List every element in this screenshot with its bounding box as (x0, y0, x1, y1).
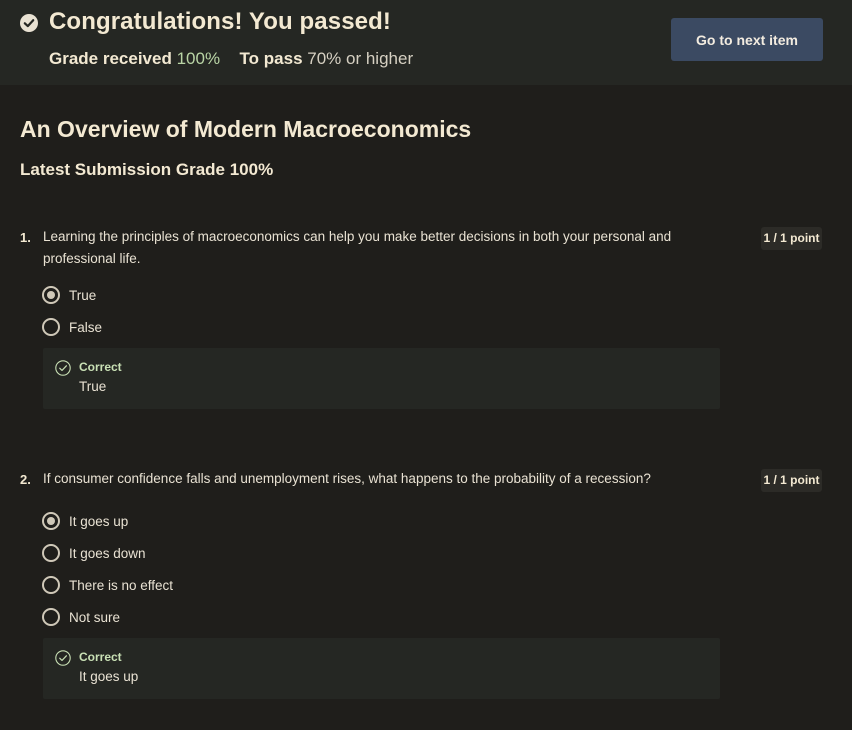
option-it-goes-up[interactable]: It goes up (42, 511, 128, 531)
to-pass-label: To pass (239, 49, 303, 68)
points-badge: 1 / 1 point (761, 469, 822, 492)
radio-unselected[interactable] (42, 608, 60, 626)
option-label: True (69, 287, 97, 303)
option-label: There is no effect (69, 577, 174, 593)
option-label: It goes up (69, 513, 129, 529)
points-badge: 1 / 1 point (761, 227, 822, 250)
check-circle-outline-icon (55, 650, 71, 666)
option-it-goes-down[interactable]: It goes down (42, 543, 146, 563)
option-not-sure[interactable]: Not sure (42, 607, 120, 627)
feedback-answer: True (79, 379, 107, 394)
grade-summary: Grade received 100% To pass 70% or highe… (49, 49, 413, 69)
question-text: If consumer confidence falls and unemplo… (43, 471, 651, 486)
check-circle-icon (20, 14, 38, 32)
grade-received-value: 100% (176, 49, 221, 68)
option-true[interactable]: True (42, 285, 96, 305)
feedback-panel: Correct It goes up (43, 638, 720, 699)
option-label: Not sure (69, 609, 121, 625)
passed-banner: Congratulations! You passed! Grade recei… (0, 0, 852, 85)
feedback-answer: It goes up (79, 669, 139, 684)
question-text: Learning the principles of macroeconomic… (43, 229, 672, 266)
latest-submission-grade: Latest Submission Grade 100% (20, 160, 274, 179)
option-label: It goes down (69, 545, 146, 561)
option-false[interactable]: False (42, 317, 102, 337)
assignment-title: An Overview of Modern Macroeconomics (20, 116, 472, 142)
option-no-effect[interactable]: There is no effect (42, 575, 173, 595)
option-label: False (69, 319, 103, 335)
radio-unselected[interactable] (42, 318, 60, 336)
radio-unselected[interactable] (42, 576, 60, 594)
feedback-status: Correct (79, 360, 122, 374)
question-number: 2. (20, 472, 31, 487)
grade-received-label: Grade received (49, 49, 172, 68)
radio-unselected[interactable] (42, 544, 60, 562)
feedback-status: Correct (79, 650, 122, 664)
go-to-next-item-button[interactable]: Go to next item (671, 18, 823, 61)
feedback-panel: Correct True (43, 348, 720, 409)
to-pass-value: 70% or higher (307, 49, 414, 68)
radio-selected[interactable] (42, 286, 60, 304)
banner-title: Congratulations! You passed! (49, 8, 391, 35)
check-circle-outline-icon (55, 360, 71, 376)
radio-selected[interactable] (42, 512, 60, 530)
question-number: 1. (20, 230, 31, 245)
